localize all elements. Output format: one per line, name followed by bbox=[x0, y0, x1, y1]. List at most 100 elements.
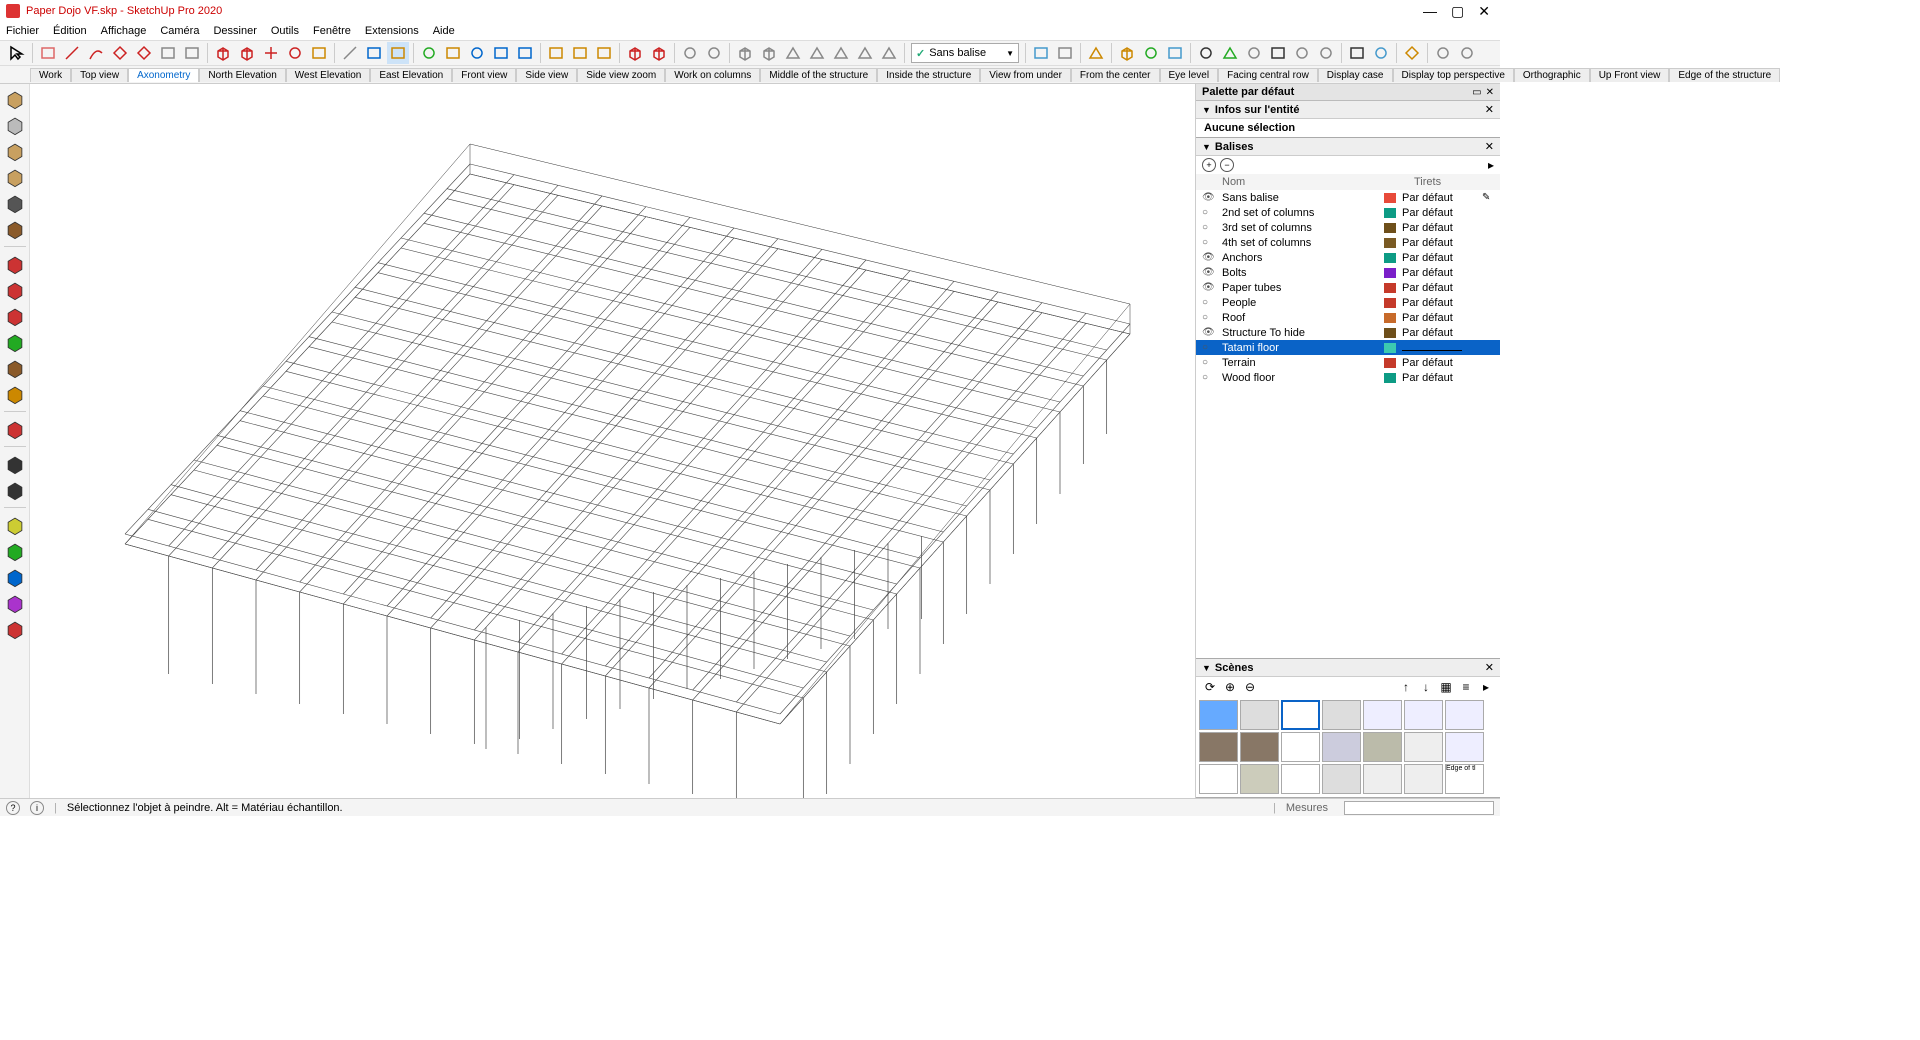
visibility-icon[interactable]: 👁 bbox=[1202, 252, 1222, 263]
cube-outline-icon[interactable] bbox=[4, 88, 26, 110]
tag-row[interactable]: ○ Roof Par défaut bbox=[1196, 310, 1500, 325]
menu-extensions[interactable]: Extensions bbox=[365, 25, 419, 37]
edit-icon[interactable]: ✎ bbox=[1482, 192, 1494, 203]
tag-dash[interactable]: Par défaut bbox=[1402, 207, 1482, 219]
col-name[interactable]: Nom bbox=[1222, 176, 1396, 188]
scene-thumbnail[interactable] bbox=[1240, 732, 1279, 762]
scene-thumbnail[interactable] bbox=[1199, 700, 1238, 730]
push-tool[interactable] bbox=[212, 42, 234, 64]
tag-dash[interactable]: Par défaut bbox=[1402, 192, 1482, 204]
layout-icon[interactable] bbox=[679, 42, 701, 64]
tag-row[interactable]: ○ Terrain Par défaut bbox=[1196, 355, 1500, 370]
tag-row[interactable]: ○ 3rd set of columns Par défaut bbox=[1196, 220, 1500, 235]
home2-icon[interactable] bbox=[806, 42, 828, 64]
slab-icon[interactable] bbox=[4, 140, 26, 162]
visibility-icon[interactable]: 👁 bbox=[1202, 282, 1222, 293]
tag-dash[interactable]: Par défaut bbox=[1402, 327, 1482, 339]
panel-close-icon[interactable]: ✕ bbox=[1485, 661, 1494, 674]
tag-dash[interactable]: Par défaut bbox=[1402, 267, 1482, 279]
scene-thumbnail[interactable] bbox=[1363, 764, 1402, 794]
scene-tab[interactable]: North Elevation bbox=[199, 68, 285, 82]
globe-icon[interactable] bbox=[1370, 42, 1392, 64]
scale-tool[interactable] bbox=[308, 42, 330, 64]
remove-tag-button[interactable]: − bbox=[1220, 158, 1234, 172]
solid2-icon[interactable] bbox=[1140, 42, 1162, 64]
visibility-icon[interactable]: ○ bbox=[1202, 207, 1222, 218]
tag-dash[interactable]: Par défaut bbox=[1402, 372, 1482, 384]
tag-dropdown[interactable]: ✓Sans balise▼ bbox=[911, 43, 1019, 63]
scene-thumbnail[interactable] bbox=[1404, 700, 1443, 730]
scene-tab[interactable]: Display case bbox=[1318, 68, 1393, 82]
visibility-icon[interactable]: ○ bbox=[1202, 372, 1222, 383]
menu-fenêtre[interactable]: Fenêtre bbox=[313, 25, 351, 37]
iso-icon[interactable] bbox=[734, 42, 756, 64]
visibility-icon[interactable]: ○ bbox=[1202, 297, 1222, 308]
model-view[interactable] bbox=[30, 84, 1195, 798]
tag-dash[interactable]: Par défaut bbox=[1402, 357, 1482, 369]
home5-icon[interactable] bbox=[878, 42, 900, 64]
tag-row[interactable]: 👁 Structure To hide Par défaut bbox=[1196, 325, 1500, 340]
scene-tab[interactable]: Edge of the structure bbox=[1669, 68, 1780, 82]
scene-remove-button[interactable]: ⊖ bbox=[1242, 679, 1258, 695]
rect-tool[interactable] bbox=[157, 42, 179, 64]
scene-view-list-button[interactable]: ≡ bbox=[1458, 679, 1474, 695]
scene-tab[interactable]: Up Front view bbox=[1590, 68, 1670, 82]
mail-icon[interactable] bbox=[1346, 42, 1368, 64]
viewport[interactable] bbox=[30, 84, 1195, 798]
scene-tab[interactable]: Axonometry bbox=[128, 68, 199, 82]
color-swatch[interactable] bbox=[1384, 313, 1396, 323]
user-icon[interactable] bbox=[1456, 42, 1478, 64]
panel-close-icon[interactable]: ✕ bbox=[1485, 103, 1494, 116]
select-tool[interactable] bbox=[6, 42, 28, 64]
col-tirets[interactable]: Tirets bbox=[1414, 176, 1494, 188]
tag-dash[interactable]: Par défaut bbox=[1402, 282, 1482, 294]
scene-thumbnail[interactable] bbox=[1322, 764, 1361, 794]
move-tool[interactable] bbox=[260, 42, 282, 64]
ext1-icon[interactable] bbox=[1030, 42, 1052, 64]
arrow-up2-icon[interactable] bbox=[4, 479, 26, 501]
checker-icon[interactable] bbox=[1267, 42, 1289, 64]
visibility-icon[interactable]: 👁 bbox=[1202, 267, 1222, 278]
orange-cube-icon[interactable] bbox=[4, 383, 26, 405]
visibility-icon[interactable]: ○ bbox=[1202, 357, 1222, 368]
red-wedge-icon[interactable] bbox=[4, 253, 26, 275]
scene-thumbnail[interactable] bbox=[1199, 764, 1238, 794]
tray-close-icon[interactable]: ✕ bbox=[1486, 87, 1494, 98]
scene-tab[interactable]: Eye level bbox=[1160, 68, 1219, 82]
cloud2-icon[interactable] bbox=[1291, 42, 1313, 64]
close-button[interactable]: ✕ bbox=[1478, 3, 1490, 20]
scene-add-button[interactable]: ⊕ bbox=[1222, 679, 1238, 695]
maximize-button[interactable]: ▢ bbox=[1451, 3, 1464, 20]
scene-tab[interactable]: Orthographic bbox=[1514, 68, 1590, 82]
scene-next-button[interactable]: ↓ bbox=[1418, 679, 1434, 695]
scene-thumbnail[interactable] bbox=[1445, 700, 1484, 730]
scene-refresh-button[interactable]: ⟳ bbox=[1202, 679, 1218, 695]
home3-icon[interactable] bbox=[830, 42, 852, 64]
green-cube-icon[interactable] bbox=[4, 331, 26, 353]
color-swatch[interactable] bbox=[1384, 298, 1396, 308]
zoom-tool[interactable] bbox=[466, 42, 488, 64]
color-swatch[interactable] bbox=[1384, 223, 1396, 233]
scene-tab[interactable]: Middle of the structure bbox=[760, 68, 877, 82]
scene-tab[interactable]: View from under bbox=[980, 68, 1071, 82]
rotate-tool[interactable] bbox=[284, 42, 306, 64]
text-tool[interactable] bbox=[363, 42, 385, 64]
scene-details-button[interactable]: ▸ bbox=[1478, 679, 1494, 695]
scene-thumbnail[interactable] bbox=[1322, 700, 1361, 730]
menu-fichier[interactable]: Fichier bbox=[6, 25, 39, 37]
color-swatch[interactable] bbox=[1384, 208, 1396, 218]
home4-icon[interactable] bbox=[854, 42, 876, 64]
orbit-tool[interactable] bbox=[418, 42, 440, 64]
component-icon[interactable] bbox=[758, 42, 780, 64]
menu-dessiner[interactable]: Dessiner bbox=[213, 25, 256, 37]
layer-icon[interactable] bbox=[1401, 42, 1423, 64]
arc-tool[interactable] bbox=[85, 42, 107, 64]
menu-affichage[interactable]: Affichage bbox=[101, 25, 147, 37]
scene-thumbnail[interactable] bbox=[1363, 732, 1402, 762]
scene-thumbnail[interactable] bbox=[1363, 700, 1402, 730]
tag-row[interactable]: 👁 Sans balise Par défaut ✎ bbox=[1196, 190, 1500, 205]
panel-close-icon[interactable]: ✕ bbox=[1485, 140, 1494, 153]
zoom-extents[interactable] bbox=[514, 42, 536, 64]
warehouse-icon[interactable] bbox=[624, 42, 646, 64]
menu-aide[interactable]: Aide bbox=[433, 25, 455, 37]
